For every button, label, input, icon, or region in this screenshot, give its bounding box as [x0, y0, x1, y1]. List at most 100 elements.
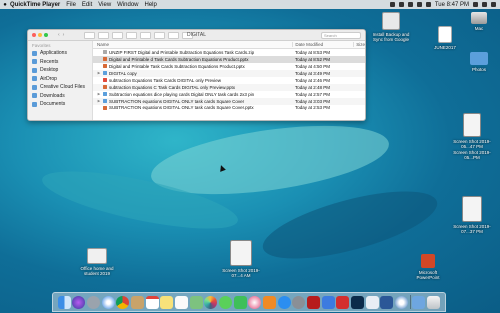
- folder-icon: [103, 71, 107, 76]
- pptx-file-icon: [103, 64, 107, 69]
- wifi-icon[interactable]: [407, 2, 413, 7]
- maps-icon[interactable]: [189, 295, 203, 309]
- finder-window: ‹ › DIGITAL Search Favorites Application…: [27, 29, 366, 121]
- dock-separator: [409, 295, 411, 309]
- desktop-icon-powerpoint[interactable]: Microsoft PowerPoint: [408, 254, 448, 280]
- sidebar-item-creative-cloud[interactable]: Creative Cloud Files: [28, 83, 92, 92]
- applications-icon: [32, 50, 37, 56]
- desktop-icon-screenshot-3[interactable]: Screen Shot 2019-07...37 PM: [448, 196, 496, 234]
- notifications-icon[interactable]: [491, 2, 496, 7]
- photos-icon[interactable]: [204, 295, 218, 309]
- disclosure-triangle-icon[interactable]: ▶: [97, 99, 101, 103]
- menu-app-name[interactable]: QuickTime Player: [10, 2, 60, 8]
- trash-icon[interactable]: [426, 295, 440, 309]
- photoshop-icon[interactable]: [350, 295, 364, 309]
- spotlight-icon[interactable]: [473, 2, 478, 7]
- desktop-icon-screenshot-1[interactable]: Screen Shot 2019-05...47 PM: [448, 113, 496, 149]
- siri-icon[interactable]: [482, 2, 487, 7]
- calendar-icon[interactable]: [145, 295, 159, 309]
- keynote-icon[interactable]: [321, 295, 335, 309]
- desktop-icon-screenshot-2[interactable]: Screen Shot 2019-05...PM: [448, 150, 496, 160]
- column-header-name[interactable]: Name: [93, 42, 292, 47]
- sidebar-item-downloads[interactable]: Downloads: [28, 92, 92, 101]
- menu-window[interactable]: Window: [117, 2, 138, 8]
- word-icon[interactable]: [380, 295, 394, 309]
- desktop-icon-install-backup[interactable]: Install Backup and Sync from Google: [368, 12, 414, 42]
- quicktime-icon[interactable]: [394, 295, 408, 309]
- file-list-header: Name Date Modified Size: [93, 41, 365, 49]
- pptx-file-icon: [103, 105, 107, 110]
- app-store-icon[interactable]: [277, 295, 291, 309]
- desktop-icon-center-file[interactable]: Screen Shot 2019-07...4 AM: [219, 240, 263, 278]
- google-drive-installer-icon: [382, 12, 400, 30]
- table-row[interactable]: ▶ SUBTRACTION equations DIGITAL ONLY task…: [93, 97, 365, 105]
- downloads-icon: [32, 93, 37, 99]
- facetime-icon[interactable]: [233, 295, 247, 309]
- sidebar-item-applications[interactable]: Applications: [28, 49, 92, 58]
- search-input[interactable]: Search: [321, 32, 361, 39]
- column-header-date[interactable]: Date Modified: [292, 42, 353, 47]
- downloads-stack-icon[interactable]: [412, 295, 426, 309]
- menu-help[interactable]: Help: [145, 2, 157, 8]
- table-row[interactable]: UNZIP FIRST Digital and Printable Subtra…: [93, 49, 365, 56]
- siri-icon[interactable]: [72, 295, 86, 309]
- document-icon: [438, 26, 452, 43]
- column-header-size[interactable]: Size: [353, 42, 365, 47]
- hard-drive-icon: [471, 12, 487, 24]
- messages-icon[interactable]: [219, 295, 233, 309]
- table-row[interactable]: ▶ Subtraction equations dice playing card…: [93, 91, 365, 98]
- sidebar-item-airdrop[interactable]: AirDrop: [28, 75, 92, 84]
- table-row[interactable]: Digital and Printable d Task Cards Subtr…: [93, 55, 365, 63]
- pdf-file-icon: [103, 78, 107, 83]
- sidebar-item-recents[interactable]: Recents: [28, 58, 92, 67]
- status-area: Tue 8:47 PM: [389, 0, 496, 9]
- itunes-icon[interactable]: [248, 295, 262, 309]
- table-row[interactable]: subtraction Equations Task Cards DIGITAL…: [93, 77, 365, 84]
- menu-file[interactable]: File: [66, 2, 76, 8]
- cloud-icon[interactable]: [398, 2, 404, 7]
- office-installer-icon: [87, 248, 107, 264]
- table-row[interactable]: SUBTRACTION equations DIGITAL ONLY task …: [93, 105, 365, 112]
- desktop-icon-photos[interactable]: Photos: [462, 52, 496, 72]
- screenshot-thumbnail-icon: [463, 113, 481, 137]
- sidebar-item-desktop[interactable]: Desktop: [28, 66, 92, 75]
- table-row[interactable]: subtraction Equations C Task Cards DIGIT…: [93, 83, 365, 91]
- menu-clock[interactable]: Tue 8:47 PM: [435, 2, 469, 8]
- menu-view[interactable]: View: [98, 2, 111, 8]
- finder-icon[interactable]: [57, 295, 71, 309]
- documents-icon: [32, 101, 37, 107]
- table-row[interactable]: ▶ DIGITAL copy Today at 3:49 PM: [93, 69, 365, 77]
- system-preferences-icon[interactable]: [292, 295, 306, 309]
- window-title: DIGITAL: [186, 32, 207, 38]
- screenshot-thumbnail-icon: [462, 196, 482, 222]
- disclosure-triangle-icon[interactable]: ▶: [97, 71, 101, 75]
- volume-icon[interactable]: [416, 2, 422, 7]
- safari-icon[interactable]: [101, 295, 115, 309]
- reminders-icon[interactable]: [175, 295, 189, 309]
- notes-icon[interactable]: [160, 295, 174, 309]
- disclosure-triangle-icon[interactable]: ▶: [97, 92, 101, 96]
- chrome-icon[interactable]: [116, 295, 130, 309]
- desktop-icon-office[interactable]: Office home and student 2019: [74, 248, 120, 276]
- acrobat-icon[interactable]: [306, 295, 320, 309]
- finder-toolbar: ‹ › DIGITAL Search: [28, 30, 365, 41]
- books-icon[interactable]: [263, 295, 277, 309]
- launchpad-icon[interactable]: [87, 295, 101, 309]
- desktop-icon: [32, 67, 37, 73]
- sidebar-item-documents[interactable]: Documents: [28, 100, 92, 109]
- contacts-icon[interactable]: [131, 295, 145, 309]
- finder-sidebar: Favorites Applications Recents Desktop A…: [28, 41, 93, 120]
- table-row[interactable]: Digital and Printable Task Cards Subtrac…: [93, 63, 365, 70]
- menu-edit[interactable]: Edit: [82, 2, 92, 8]
- pptx-file-icon: [103, 85, 107, 90]
- dropbox-icon[interactable]: [389, 2, 395, 7]
- creative-cloud-icon: [32, 84, 37, 90]
- desktop-icon-mac[interactable]: Mac: [462, 12, 496, 31]
- battery-icon[interactable]: [425, 2, 431, 7]
- preview-icon[interactable]: [365, 295, 379, 309]
- acrobat-reader-icon[interactable]: [336, 295, 350, 309]
- sidebar-header-favorites: Favorites: [32, 43, 51, 48]
- desktop-icon-june2017[interactable]: JUNE2017: [428, 26, 462, 50]
- apple-menu-icon[interactable]: ●: [0, 2, 10, 8]
- menu-bar: ● QuickTime Player File Edit View Window…: [0, 0, 500, 9]
